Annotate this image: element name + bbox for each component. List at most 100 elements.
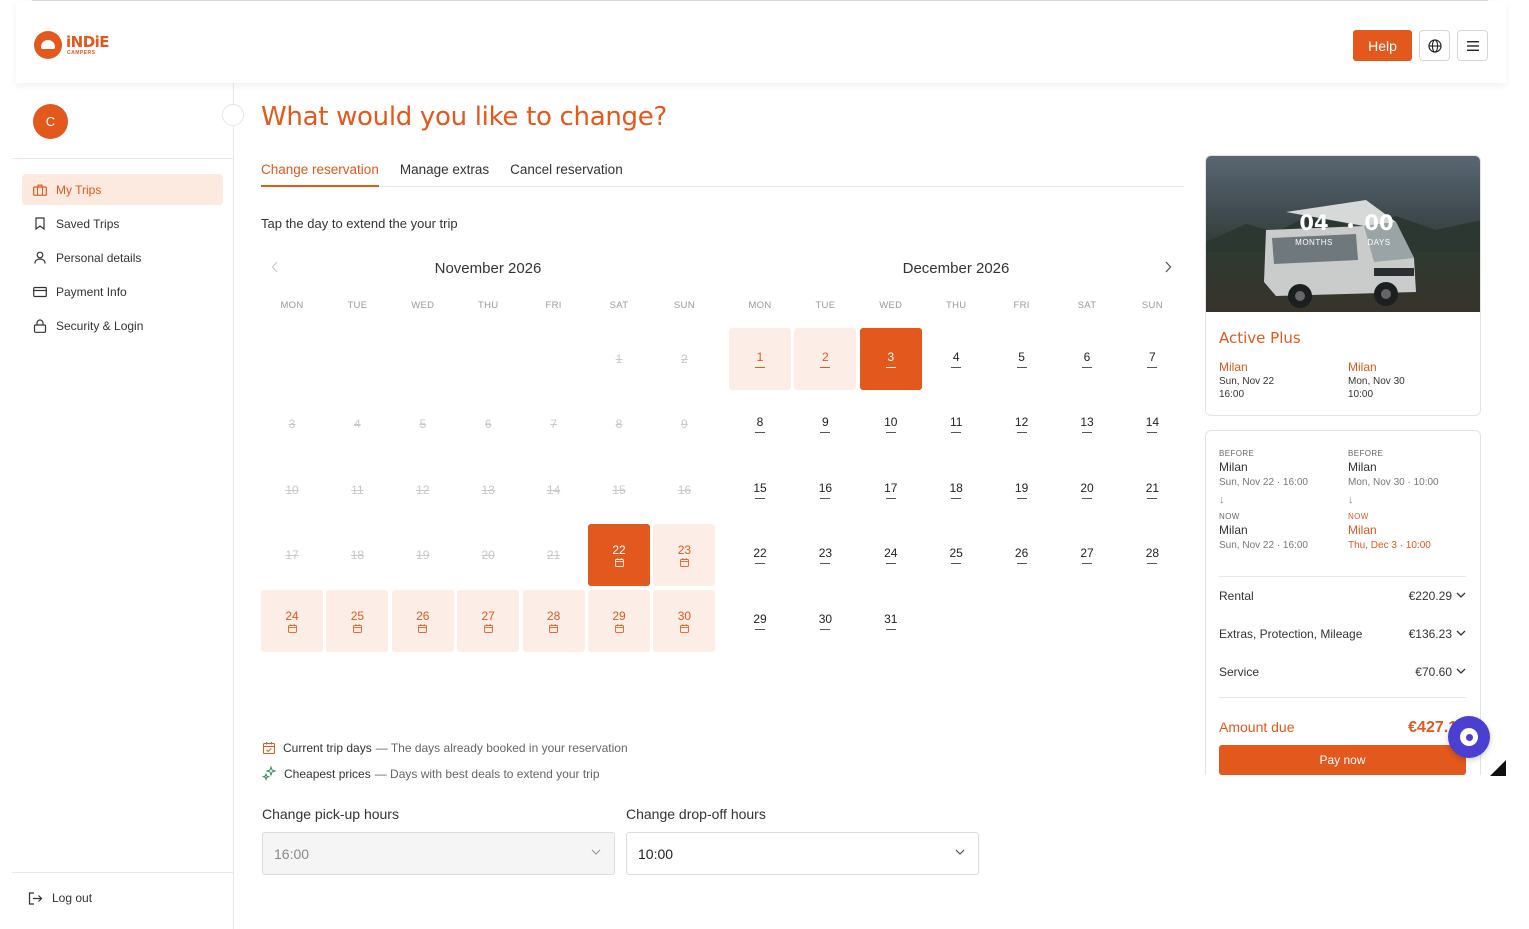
chevron-down-icon: [955, 849, 965, 855]
chat-support-button[interactable]: [1448, 716, 1490, 758]
calendar-day: 19: [416, 548, 430, 563]
menu-button[interactable]: [1457, 30, 1488, 61]
calendar-icon: [483, 623, 493, 633]
pickup-now-city: Milan: [1219, 523, 1248, 537]
sidebar-item-security-login[interactable]: Security & Login: [22, 310, 223, 341]
prev-month-button[interactable]: [271, 260, 279, 278]
logo-text: iNDiE: [66, 32, 110, 51]
help-button[interactable]: Help: [1353, 30, 1412, 61]
weekday-label: THU: [945, 300, 967, 311]
calendar-day[interactable]: 10: [860, 393, 922, 455]
calendar-day[interactable]: 21: [1121, 459, 1183, 521]
calendar-day[interactable]: 27: [1056, 524, 1118, 586]
now-tag: NOW: [1348, 512, 1369, 521]
sidebar-item-personal-details[interactable]: Personal details: [22, 242, 223, 273]
calendar-day[interactable]: 18: [925, 459, 987, 521]
calendar-day[interactable]: 8: [729, 393, 791, 455]
calendar-day[interactable]: 23: [794, 524, 856, 586]
weekday-label: FRI: [1013, 300, 1030, 311]
calendar-day[interactable]: 11: [925, 393, 987, 455]
calendar-day: 10: [285, 482, 299, 497]
sidebar-item-saved-trips[interactable]: Saved Trips: [22, 208, 223, 239]
weekday-label: FRI: [545, 300, 562, 311]
calendar-day[interactable]: 4: [925, 328, 987, 390]
next-month-button[interactable]: [1164, 260, 1172, 278]
hamburger-menu-icon: [1466, 40, 1479, 51]
calendar-day: 18: [350, 548, 365, 563]
globe-icon: [1427, 38, 1442, 53]
pickup-hours-select[interactable]: 16:00: [262, 832, 615, 875]
calendar-day[interactable]: 30: [653, 589, 716, 652]
calendar-day[interactable]: 26: [391, 589, 454, 652]
suitcase-icon: [33, 184, 47, 196]
calendar-day[interactable]: 28: [522, 589, 585, 652]
calendar-day[interactable]: 3: [859, 328, 922, 390]
calendar-day: 2: [681, 352, 688, 366]
calendar-day[interactable]: 22: [588, 524, 650, 587]
tab-manage-extras[interactable]: Manage extras: [400, 159, 489, 187]
calendar-day[interactable]: 24: [860, 524, 922, 586]
dropoff-hours-select[interactable]: 10:00: [626, 832, 979, 875]
calendar-icon: [287, 623, 297, 633]
dropoff-hours-label: Change drop-off hours: [626, 806, 766, 822]
price-row-extras[interactable]: Extras, Protection, Mileage €136.23: [1219, 624, 1466, 644]
amount-due-row: Amount due €427.12: [1219, 719, 1466, 737]
now-tag: NOW: [1219, 512, 1240, 521]
calendar-day[interactable]: 25: [326, 589, 389, 652]
calendar-icon: [614, 558, 624, 568]
price-label: Service: [1219, 665, 1260, 679]
calendar-day[interactable]: 24: [261, 589, 323, 652]
calendar-day[interactable]: 31: [860, 590, 922, 652]
calendar-day[interactable]: 26: [991, 524, 1053, 586]
calendar-day[interactable]: 27: [457, 589, 520, 652]
calendar-day[interactable]: 20: [1056, 459, 1118, 521]
calendar-day: 5: [419, 417, 427, 432]
dropoff-now-datetime: Thu, Dec 3 · 10:00: [1348, 540, 1431, 551]
calendar-day[interactable]: 6: [1056, 328, 1118, 390]
dropoff-before-city: Milan: [1348, 460, 1377, 474]
calendar-day[interactable]: 29: [729, 590, 791, 652]
calendar-day[interactable]: 7: [1121, 328, 1183, 390]
calendar-day[interactable]: 30: [794, 590, 856, 652]
tab-change-reservation[interactable]: Change reservation: [261, 159, 379, 187]
chevron-down-icon: [591, 849, 601, 855]
calendar-day[interactable]: 1: [729, 328, 791, 390]
calendar-day[interactable]: 5: [991, 328, 1053, 390]
indie-campers-logo[interactable]: iNDiE CAMPERS: [34, 31, 110, 59]
language-button[interactable]: [1419, 30, 1450, 61]
price-row-service[interactable]: Service €70.60: [1219, 662, 1466, 682]
sidebar-item-payment-info[interactable]: Payment Info: [22, 276, 223, 307]
sidebar-item-my-trips[interactable]: My Trips: [22, 174, 223, 205]
user-icon: [34, 251, 46, 264]
chevron-left-icon: [271, 261, 278, 273]
logout-button[interactable]: Log out: [28, 891, 92, 905]
calendar-day[interactable]: 2: [794, 328, 857, 390]
calendar-day: 12: [416, 482, 430, 497]
calendar-day[interactable]: 15: [729, 459, 791, 521]
tab-cancel-reservation[interactable]: Cancel reservation: [510, 159, 623, 187]
calendar-day[interactable]: 9: [794, 393, 856, 455]
calendar-icon: [418, 623, 428, 633]
calendar-day[interactable]: 17: [860, 459, 922, 521]
calendar-day[interactable]: 22: [729, 524, 791, 586]
price-row-rental[interactable]: Rental €220.29: [1219, 586, 1466, 606]
plan-name: Active Plus: [1219, 329, 1301, 347]
pay-now-button[interactable]: Pay now: [1219, 745, 1466, 775]
calendar-day[interactable]: 28: [1121, 524, 1183, 586]
account-sidebar: C My Trips Saved Trips Personal details …: [12, 83, 234, 929]
calendar-day[interactable]: 19: [991, 459, 1053, 521]
sidebar-collapse-handle[interactable]: [222, 104, 244, 126]
calendar-day[interactable]: 16: [794, 459, 856, 521]
card-icon: [33, 286, 47, 297]
bookmark-icon: [35, 217, 45, 230]
calendar-day[interactable]: 25: [925, 524, 987, 586]
logout-label: Log out: [52, 891, 93, 905]
sidebar-item-label: Payment Info: [56, 284, 127, 299]
avatar[interactable]: C: [33, 104, 68, 139]
calendar-day[interactable]: 13: [1056, 393, 1118, 455]
calendar-day[interactable]: 14: [1121, 393, 1183, 455]
calendar-day[interactable]: 23: [653, 524, 716, 587]
price-changes-card: BEFORE Milan Sun, Nov 22 · 16:00 ↓ NOW M…: [1205, 430, 1481, 775]
calendar-day[interactable]: 29: [588, 589, 650, 652]
calendar-day[interactable]: 12: [991, 393, 1053, 455]
